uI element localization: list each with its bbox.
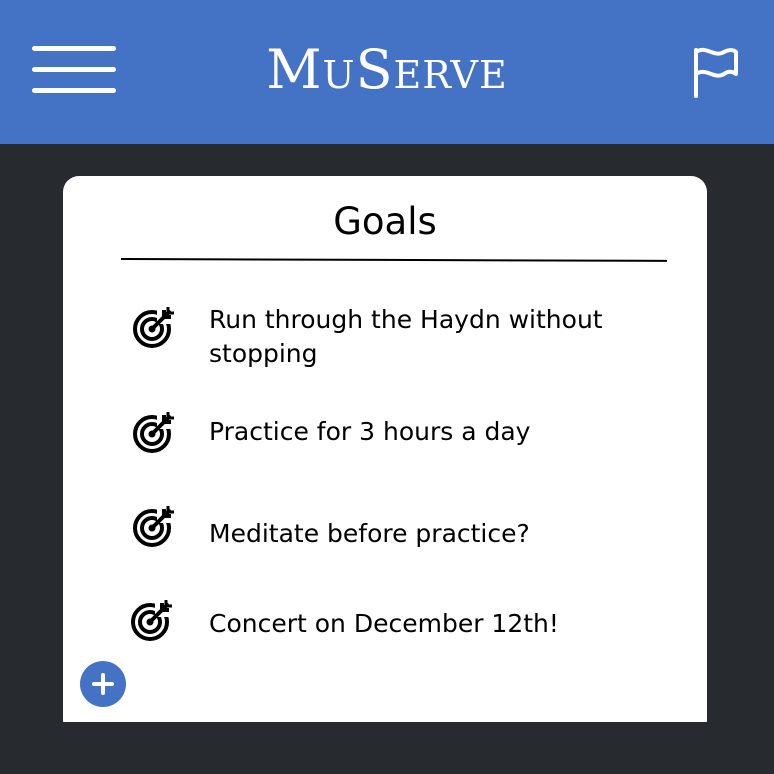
flag-icon <box>694 47 738 98</box>
goal-item-2: Practice for 3 hours a day <box>209 417 531 446</box>
target-arrow-icon <box>133 506 174 547</box>
menu-button[interactable] <box>30 44 118 96</box>
goal-item-1: Run through the Haydn without stopping <box>209 305 603 368</box>
goal-item-3: Meditate before practice? <box>209 519 530 548</box>
plus-icon <box>92 673 114 695</box>
target-arrow-icon <box>133 307 174 348</box>
flag-button[interactable] <box>686 42 744 102</box>
title-divider <box>120 258 668 262</box>
goals-title: Goals <box>333 200 437 243</box>
goals-card: Goals Run through the Haydn without stop… <box>63 176 707 736</box>
bottom-band <box>0 722 774 774</box>
app-header: MuServe <box>0 0 774 144</box>
add-goal-button[interactable] <box>80 661 126 707</box>
hamburger-menu-icon <box>32 46 116 51</box>
target-arrow-icon <box>133 412 174 453</box>
app-logo: MuServe <box>266 38 508 101</box>
goal-item-4: Concert on December 12th! <box>209 609 559 638</box>
hamburger-menu-icon-bar <box>32 67 116 72</box>
hamburger-menu-icon-bar <box>32 88 116 93</box>
target-arrow-icon <box>131 600 172 641</box>
